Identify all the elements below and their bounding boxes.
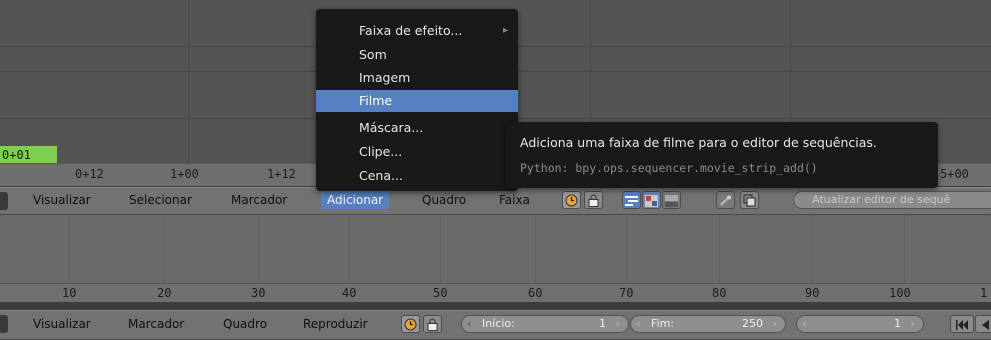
menu-item-som[interactable]: Som	[316, 44, 518, 66]
grid-line	[904, 215, 905, 283]
menu-selecionar[interactable]: Selecionar	[129, 193, 192, 207]
start-frame-value: 1	[599, 317, 606, 330]
ruler-tick: 20	[157, 286, 172, 300]
ruler-tick: 70	[619, 286, 634, 300]
chevron-left-icon[interactable]: ‹	[467, 316, 471, 332]
grid-line	[258, 215, 259, 283]
grid-line	[440, 215, 441, 283]
sync-clock-icon[interactable]	[562, 191, 581, 209]
grid-line	[812, 215, 813, 283]
grid-line	[69, 215, 70, 283]
menu-item-faixa-de-efeito[interactable]: Faixa de efeito... ▸	[316, 20, 518, 42]
chevron-right-icon[interactable]: ›	[911, 316, 915, 332]
ruler-tick: 1+12	[267, 167, 296, 181]
current-frame-field[interactable]: ‹ 1 ›	[796, 315, 924, 333]
grid-line	[164, 215, 165, 283]
grid-line	[188, 0, 189, 163]
ruler-tick: 60	[528, 286, 543, 300]
jump-to-start-icon[interactable]	[950, 315, 974, 333]
menu-marcador[interactable]: Marcador	[231, 193, 287, 207]
grid-line	[349, 215, 350, 283]
menu-quadro[interactable]: Quadro	[422, 193, 466, 207]
editor-type-icon[interactable]	[0, 315, 8, 333]
ruler-tick: 50	[433, 286, 448, 300]
tooltip-title: Adiciona uma faixa de filme para o edito…	[520, 135, 877, 150]
chevron-right-icon[interactable]: ›	[773, 316, 777, 332]
end-frame-value: 250	[742, 317, 763, 330]
timeline-area[interactable]	[0, 215, 991, 283]
ruler-tick: 30	[251, 286, 266, 300]
lock-icon[interactable]	[423, 315, 442, 333]
tooltip: Adiciona uma faixa de filme para o edito…	[506, 122, 938, 188]
refresh-sequencer-button[interactable]: Atualizar editor de sequê	[793, 191, 991, 209]
overlay-icon[interactable]	[716, 191, 735, 209]
menu-item-label: Cena...	[359, 168, 403, 183]
sync-clock-icon[interactable]	[401, 315, 420, 333]
current-frame-value: 1	[894, 317, 901, 330]
menu-marcador[interactable]: Marcador	[128, 317, 184, 331]
refresh-icon[interactable]	[740, 191, 759, 209]
play-reverse-icon[interactable]	[975, 315, 991, 333]
view-split-icon[interactable]	[662, 191, 681, 209]
grid-line	[535, 215, 536, 283]
menu-item-imagem[interactable]: Imagem	[316, 67, 518, 89]
ruler-tick: 90	[805, 286, 820, 300]
menu-item-label: Filme	[359, 93, 393, 108]
start-frame-label: Início:	[482, 317, 515, 330]
sequencer-header: Visualizar Selecionar Marcador Adicionar…	[0, 187, 991, 215]
menu-item-clipe[interactable]: Clipe...	[316, 141, 518, 163]
tooltip-python-path: Python: bpy.ops.sequencer.movie_strip_ad…	[520, 161, 818, 175]
menu-adicionar[interactable]: Adicionar	[321, 191, 390, 209]
submenu-arrow-icon: ▸	[502, 25, 508, 36]
ruler-tick: 1+00	[170, 167, 199, 181]
ruler-tick: 40	[342, 286, 357, 300]
menu-item-filme[interactable]: Filme	[316, 90, 518, 112]
chevron-left-icon[interactable]: ‹	[636, 316, 640, 332]
menu-visualizar[interactable]: Visualizar	[33, 193, 91, 207]
menu-faixa[interactable]: Faixa	[499, 193, 530, 207]
menu-item-mascara[interactable]: Máscara...	[316, 117, 518, 139]
menu-item-label: Clipe...	[359, 144, 403, 159]
menu-reproduzir[interactable]: Reproduzir	[303, 317, 368, 331]
timeline-ruler[interactable]: 10 20 30 40 50 60 70 80 90 100 1	[0, 283, 991, 302]
end-frame-field[interactable]: ‹ Fim: 250 ›	[630, 315, 786, 333]
menu-item-label: Imagem	[359, 70, 411, 85]
ruler-tick: 5+00	[940, 167, 969, 181]
lock-icon[interactable]	[584, 191, 603, 209]
end-frame-label: Fim:	[651, 317, 675, 330]
ruler-tick: 1	[980, 286, 988, 300]
grid-line	[719, 215, 720, 283]
editor-type-icon[interactable]	[0, 192, 8, 210]
add-menu-dropdown: Faixa de efeito... ▸ Som Imagem Filme Má…	[316, 9, 518, 191]
ruler-tick: 80	[712, 286, 727, 300]
menu-item-label: Máscara...	[359, 120, 424, 135]
current-frame-indicator[interactable]: 0+01	[0, 146, 57, 164]
ruler-tick: 0+12	[75, 167, 104, 181]
grid-line	[626, 215, 627, 283]
ruler-tick: 100	[889, 286, 911, 300]
menu-item-cena[interactable]: Cena...	[316, 165, 518, 187]
view-sequencer-icon[interactable]	[622, 191, 641, 209]
timeline-header: Visualizar Marcador Quadro Reproduzir ‹ …	[0, 310, 991, 340]
start-frame-field[interactable]: ‹ Início: 1 ›	[461, 315, 629, 333]
chevron-right-icon[interactable]: ›	[616, 316, 620, 332]
ruler-tick: 10	[62, 286, 77, 300]
menu-visualizar[interactable]: Visualizar	[33, 317, 91, 331]
menu-item-label: Faixa de efeito...	[359, 23, 463, 38]
menu-quadro[interactable]: Quadro	[223, 317, 267, 331]
view-preview-icon[interactable]	[642, 191, 661, 209]
menu-item-label: Som	[359, 47, 387, 62]
chevron-left-icon[interactable]: ‹	[802, 316, 806, 332]
